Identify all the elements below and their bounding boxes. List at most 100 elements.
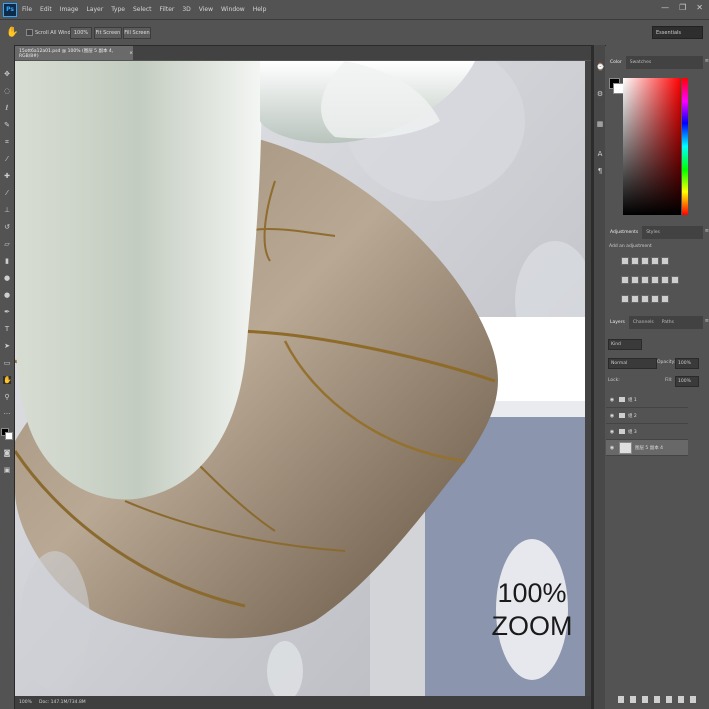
layer-row-selected[interactable]: ◉ 图层 5 副本 4: [606, 440, 688, 456]
type-tool-icon[interactable]: T: [3, 325, 11, 333]
zoom-100-button[interactable]: 100%: [70, 27, 92, 39]
photo-filter-icon[interactable]: [651, 276, 659, 284]
minimize-button[interactable]: —: [661, 3, 669, 12]
pen-tool-icon[interactable]: ✒: [3, 308, 11, 316]
layer-style-icon[interactable]: [630, 696, 636, 703]
paragraph-panel-icon[interactable]: ¶: [596, 167, 604, 175]
fill-field[interactable]: 100%: [675, 376, 699, 387]
document-canvas[interactable]: 100% ZOOM: [15, 61, 585, 696]
layer-filter-kind[interactable]: Kind: [608, 339, 642, 350]
channel-mixer-icon[interactable]: [661, 276, 669, 284]
history-brush-icon[interactable]: ↺: [3, 223, 11, 231]
delete-layer-icon[interactable]: [690, 696, 696, 703]
zoom-tool-icon[interactable]: ⚲: [3, 393, 11, 401]
tab-styles[interactable]: Styles: [642, 226, 664, 239]
blend-mode-select[interactable]: Normal: [608, 358, 657, 369]
marquee-tool-icon[interactable]: ◌: [3, 87, 11, 95]
history-panel-icon[interactable]: ⌚: [596, 63, 605, 71]
gradient-map-icon[interactable]: [651, 295, 659, 303]
move-tool-icon[interactable]: ✥: [3, 70, 11, 78]
background-color-swatch[interactable]: [5, 432, 13, 440]
menu-image[interactable]: Image: [60, 6, 79, 13]
more-tools-icon[interactable]: ···: [3, 410, 11, 418]
layer-row[interactable]: ◉ 组 2: [606, 408, 688, 424]
menu-window[interactable]: Window: [221, 6, 245, 13]
screen-mode-icon[interactable]: ▣: [3, 466, 11, 474]
quick-mask-icon[interactable]: ◙: [3, 449, 11, 457]
panel-menu-icon[interactable]: ≡: [705, 318, 709, 324]
levels-icon[interactable]: [631, 257, 639, 265]
menu-select[interactable]: Select: [133, 6, 152, 13]
layer-row[interactable]: ◉ 组 3: [606, 424, 688, 440]
hue-saturation-icon[interactable]: [621, 276, 629, 284]
new-layer-icon[interactable]: [678, 696, 684, 703]
menu-filter[interactable]: Filter: [160, 6, 175, 13]
dodge-tool-icon[interactable]: ●: [3, 291, 11, 299]
tab-paths[interactable]: Paths: [658, 316, 678, 329]
color-balance-icon[interactable]: [631, 276, 639, 284]
black-white-icon[interactable]: [641, 276, 649, 284]
eraser-tool-icon[interactable]: ▱: [3, 240, 11, 248]
hand-icon[interactable]: ✋: [6, 27, 18, 38]
eye-icon[interactable]: ◉: [608, 429, 616, 435]
eye-icon[interactable]: ◉: [608, 445, 616, 451]
crop-tool-icon[interactable]: ⌗: [3, 138, 11, 146]
properties-panel-icon[interactable]: ⚙: [596, 90, 604, 98]
tab-swatches[interactable]: Swatches: [626, 56, 656, 69]
tab-layers[interactable]: Layers: [606, 316, 629, 329]
tab-color[interactable]: Color: [606, 56, 626, 69]
brush-tool-icon[interactable]: ⁄: [3, 189, 11, 197]
tab-channels[interactable]: Channels: [629, 316, 658, 329]
menu-layer[interactable]: Layer: [86, 6, 103, 13]
selective-color-icon[interactable]: [661, 295, 669, 303]
workspace-switcher[interactable]: Essentials: [652, 26, 703, 39]
clone-stamp-icon[interactable]: ⊥: [3, 206, 11, 214]
menu-help[interactable]: Help: [253, 6, 267, 13]
close-document-icon[interactable]: ×: [129, 51, 133, 56]
curves-icon[interactable]: [641, 257, 649, 265]
new-group-icon[interactable]: [666, 696, 672, 703]
fit-screen-button[interactable]: Fit Screen: [94, 27, 122, 39]
color-picker-field[interactable]: [623, 78, 681, 215]
eye-icon[interactable]: ◉: [608, 397, 616, 403]
hand-tool-icon[interactable]: ✋: [3, 376, 12, 384]
panel-menu-icon[interactable]: ≡: [705, 228, 709, 234]
eye-icon[interactable]: ◉: [608, 413, 616, 419]
link-layers-icon[interactable]: [618, 696, 624, 703]
healing-brush-icon[interactable]: ✚: [3, 172, 11, 180]
document-tab[interactable]: 15ott6a12a01.psd @ 100% (图层 5 副本 4, RGB/…: [15, 46, 133, 60]
eyedropper-tool-icon[interactable]: ⁄: [3, 155, 11, 163]
menu-view[interactable]: View: [199, 6, 213, 13]
photoshop-logo-icon[interactable]: Ps: [3, 2, 17, 17]
fill-screen-button[interactable]: Fill Screen: [123, 27, 151, 39]
menu-file[interactable]: File: [22, 6, 32, 13]
path-select-icon[interactable]: ➤: [3, 342, 11, 350]
quick-select-tool-icon[interactable]: ✎: [3, 121, 11, 129]
character-panel-icon[interactable]: A: [596, 150, 604, 158]
panel-menu-icon[interactable]: ≡: [705, 58, 709, 64]
vibrance-icon[interactable]: [661, 257, 669, 265]
menu-3d[interactable]: 3D: [182, 6, 190, 13]
tab-adjustments[interactable]: Adjustments: [606, 226, 643, 239]
brightness-icon[interactable]: [621, 257, 629, 265]
color-lookup-icon[interactable]: [671, 276, 679, 284]
close-window-button[interactable]: ✕: [696, 3, 703, 12]
add-mask-icon[interactable]: [642, 696, 648, 703]
layer-row[interactable]: ◉ 组 1: [606, 392, 688, 408]
maximize-button[interactable]: ❐: [679, 3, 686, 12]
new-adjustment-icon[interactable]: [654, 696, 660, 703]
opacity-field[interactable]: 100%: [675, 358, 699, 369]
blur-tool-icon[interactable]: ●: [3, 274, 11, 282]
libraries-panel-icon[interactable]: ▦: [596, 120, 604, 128]
hue-slider[interactable]: [682, 78, 688, 215]
checkbox-box[interactable]: [26, 29, 33, 36]
status-zoom[interactable]: 100%: [19, 700, 39, 705]
exposure-icon[interactable]: [651, 257, 659, 265]
invert-icon[interactable]: [621, 295, 629, 303]
menu-edit[interactable]: Edit: [40, 6, 52, 13]
threshold-icon[interactable]: [641, 295, 649, 303]
posterize-icon[interactable]: [631, 295, 639, 303]
menu-type[interactable]: Type: [111, 6, 125, 13]
gradient-tool-icon[interactable]: ▮: [3, 257, 11, 265]
lasso-tool-icon[interactable]: ℓ: [3, 104, 11, 112]
